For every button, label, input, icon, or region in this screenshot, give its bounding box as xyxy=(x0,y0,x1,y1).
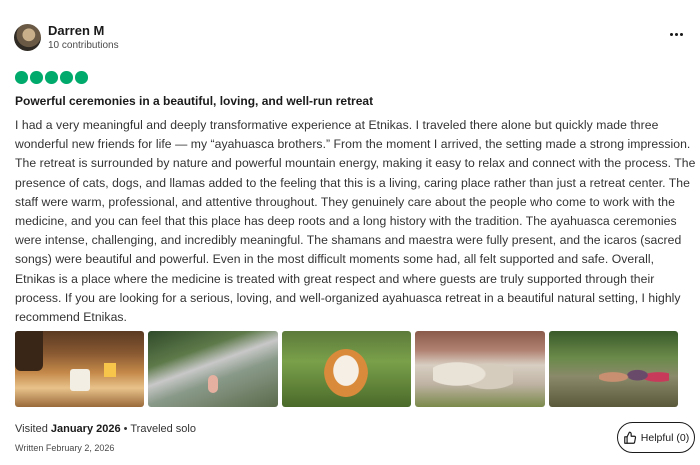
rating-bubble xyxy=(30,71,43,84)
more-horizontal-icon xyxy=(669,32,673,36)
more-options-button[interactable] xyxy=(666,26,686,42)
reviewer-name[interactable]: Darren M xyxy=(48,23,104,38)
helpful-label: Helpful (0) xyxy=(640,431,690,444)
visit-info: Visited January 2026 • Traveled solo xyxy=(15,423,196,435)
rating-bubble xyxy=(75,71,88,84)
thumbs-up-icon xyxy=(623,431,636,444)
review-photo[interactable] xyxy=(415,331,545,407)
review-photos xyxy=(15,331,679,407)
rating-bubbles xyxy=(15,71,88,84)
trip-type: Traveled solo xyxy=(130,423,196,435)
visit-date: January 2026 xyxy=(50,423,121,435)
rating-bubble xyxy=(15,71,28,84)
review-photo[interactable] xyxy=(548,331,679,407)
avatar[interactable] xyxy=(14,24,41,51)
written-date: Written February 2, 2026 xyxy=(15,443,115,453)
review-title: Powerful ceremonies in a beautiful, lovi… xyxy=(15,94,374,108)
review-photo[interactable] xyxy=(15,331,145,407)
rating-bubble xyxy=(45,71,58,84)
review-photo[interactable] xyxy=(148,331,278,407)
rating-bubble xyxy=(60,71,73,84)
review-header: Darren M 10 contributions xyxy=(14,22,686,58)
review-body: I had a very meaningful and deeply trans… xyxy=(15,118,696,325)
review-photo[interactable] xyxy=(281,331,412,407)
helpful-button[interactable]: Helpful (0) xyxy=(617,422,695,453)
contributions-count: 10 contributions xyxy=(48,40,119,51)
